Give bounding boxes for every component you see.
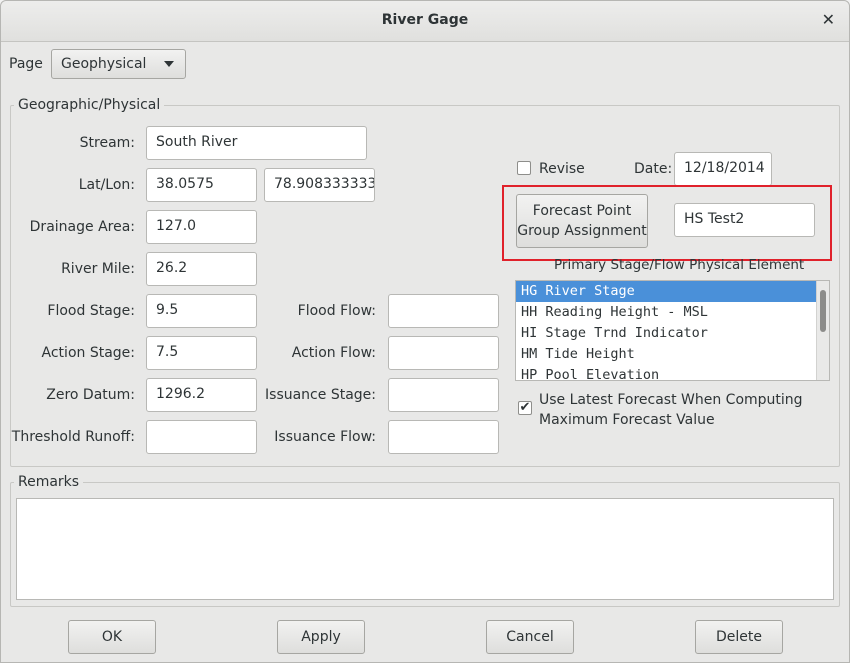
threshold-runoff-input[interactable] — [146, 420, 257, 454]
river-mile-input[interactable]: 26.2 — [146, 252, 257, 286]
use-latest-forecast-checkbox[interactable]: ✔ — [518, 401, 532, 415]
forecast-group-input[interactable]: HS Test2 — [674, 203, 815, 237]
page-label: Page — [9, 56, 43, 72]
apply-button[interactable]: Apply — [277, 620, 365, 654]
remarks-legend: Remarks — [14, 474, 84, 490]
zero-datum-input[interactable]: 1296.2 — [146, 378, 257, 412]
page-dropdown[interactable]: Geophysical — [51, 49, 186, 79]
issuance-flow-input[interactable] — [388, 420, 499, 454]
list-item[interactable]: HI Stage Trnd Indicator — [516, 323, 829, 344]
zero-datum-label: Zero Datum: — [46, 387, 135, 403]
title-bar: River Gage ✕ — [1, 1, 849, 42]
issuance-stage-label: Issuance Stage: — [265, 387, 376, 403]
scrollbar-thumb[interactable] — [820, 290, 826, 332]
flood-flow-input[interactable] — [388, 294, 499, 328]
dropdown-arrow-icon — [164, 61, 174, 67]
action-flow-label: Action Flow: — [291, 345, 376, 361]
list-item[interactable]: HP Pool Elevation — [516, 365, 829, 380]
list-scrollbar[interactable] — [816, 281, 829, 380]
checkmark-icon: ✔ — [519, 400, 531, 415]
use-latest-line1: Use Latest Forecast When Computing — [539, 392, 803, 408]
delete-button[interactable]: Delete — [695, 620, 783, 654]
flood-stage-input[interactable]: 9.5 — [146, 294, 257, 328]
river-gage-dialog: River Gage ✕ Page Geophysical Geographic… — [0, 0, 850, 663]
forecast-point-group-assignment-button[interactable]: Forecast Point Group Assignment — [516, 194, 648, 248]
flood-flow-label: Flood Flow: — [297, 303, 376, 319]
latitude-input[interactable]: 38.0575 — [146, 168, 257, 202]
cancel-button[interactable]: Cancel — [486, 620, 574, 654]
physical-element-label: Primary Stage/Flow Physical Element — [554, 257, 805, 273]
river-mile-label: River Mile: — [61, 261, 135, 277]
physical-element-list[interactable]: HG River Stage HH Reading Height - MSL H… — [515, 280, 830, 381]
use-latest-line2: Maximum Forecast Value — [539, 412, 715, 428]
longitude-input[interactable]: 78.9083333333 — [264, 168, 375, 202]
use-latest-forecast-label: Use Latest Forecast When Computing Maxim… — [539, 390, 803, 430]
issuance-flow-label: Issuance Flow: — [274, 429, 376, 445]
list-item[interactable]: HM Tide Height — [516, 344, 829, 365]
action-stage-label: Action Stage: — [41, 345, 135, 361]
flood-stage-label: Flood Stage: — [47, 303, 135, 319]
drainage-area-label: Drainage Area: — [29, 219, 135, 235]
window-title: River Gage — [381, 12, 469, 28]
latlon-label: Lat/Lon: — [78, 177, 135, 193]
list-item[interactable]: HG River Stage — [516, 281, 829, 302]
page-dropdown-value: Geophysical — [61, 56, 147, 72]
drainage-area-input[interactable]: 127.0 — [146, 210, 257, 244]
list-item[interactable]: HH Reading Height - MSL — [516, 302, 829, 323]
threshold-runoff-label: Threshold Runoff: — [11, 429, 135, 445]
forecast-button-line2: Group Assignment — [517, 223, 647, 239]
forecast-button-line1: Forecast Point — [532, 203, 632, 219]
revise-label: Revise — [539, 161, 585, 177]
geographic-physical-legend: Geographic/Physical — [14, 97, 165, 113]
stream-label: Stream: — [79, 135, 135, 151]
date-input[interactable]: 12/18/2014 — [674, 152, 772, 186]
ok-button[interactable]: OK — [68, 620, 156, 654]
issuance-stage-input[interactable] — [388, 378, 499, 412]
date-label: Date: — [634, 161, 673, 177]
action-flow-input[interactable] — [388, 336, 499, 370]
close-icon[interactable]: ✕ — [822, 10, 835, 29]
revise-checkbox[interactable] — [517, 161, 531, 175]
stream-input[interactable]: South River — [146, 126, 367, 160]
action-stage-input[interactable]: 7.5 — [146, 336, 257, 370]
remarks-textarea[interactable] — [16, 498, 834, 600]
